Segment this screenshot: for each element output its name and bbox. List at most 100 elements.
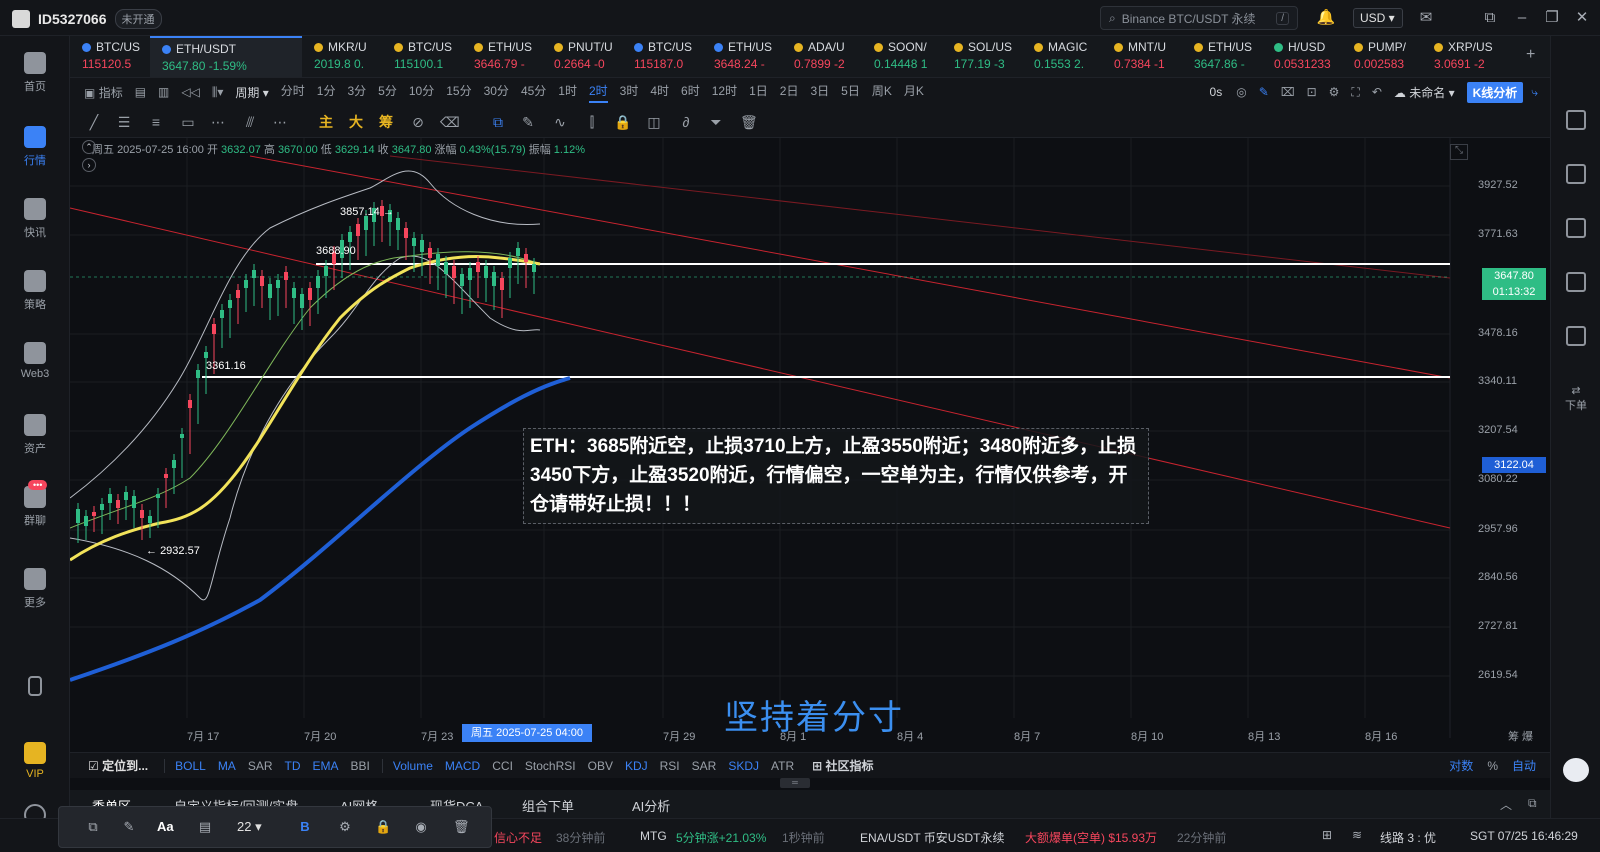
close-icon[interactable]: ✕ <box>1572 8 1592 28</box>
kline-analysis-button[interactable]: K线分析 <box>1466 81 1524 103</box>
ticker-tab[interactable]: SOL/US 177.19 -3 <box>942 36 1022 77</box>
ticker-tab[interactable]: SOON/0.14448 1 <box>862 36 942 77</box>
eraser-icon[interactable]: ⌫ <box>440 114 460 130</box>
wave-icon[interactable]: ∿ <box>552 114 568 130</box>
phone-icon[interactable] <box>0 676 70 700</box>
nav-assets[interactable]: 资产 <box>0 414 70 456</box>
document-icon[interactable] <box>1566 110 1586 130</box>
bell-icon[interactable]: 🔔 <box>1316 8 1336 28</box>
calendar-icon[interactable]: ▤ <box>135 85 146 99</box>
ticker-tab[interactable]: ETH/US 3646.79 - <box>462 36 542 77</box>
visibility-icon[interactable]: ◫ <box>646 114 662 130</box>
share-icon[interactable]: ⤷ <box>1531 85 1538 100</box>
bottom-tab[interactable]: 组合下单 <box>522 796 574 815</box>
timeframe-option[interactable]: 2时 <box>588 82 608 103</box>
ticker-tab[interactable]: BTC/US 115187.0 <box>622 36 702 77</box>
sub-indicator[interactable]: SAR <box>692 759 717 773</box>
popout-panel-icon[interactable]: ⧉ <box>1528 796 1537 811</box>
indicators-button[interactable]: ▣ 指标 <box>84 84 123 101</box>
parallel-lines-icon[interactable]: ≡ <box>148 114 164 130</box>
log-scale-toggle[interactable]: 对数 <box>1449 757 1473 774</box>
timeframe-option[interactable]: 3分 <box>347 82 366 103</box>
ticker-tab[interactable]: ADA/U 0.7899 -2 <box>782 36 862 77</box>
candle-type-icon[interactable]: ⫼▾ <box>212 85 224 100</box>
font-size-select[interactable]: 22 ▾ <box>237 819 277 835</box>
big-order-toggle[interactable]: 大 <box>348 114 364 130</box>
trash-icon[interactable]: 🗑 <box>740 114 758 130</box>
ticker-tab[interactable]: ETH/US 3648.24 - <box>702 36 782 77</box>
timeframe-option[interactable]: 10分 <box>409 82 434 103</box>
collapse-legend-icon[interactable]: ⌃ <box>82 140 96 154</box>
restore-icon[interactable]: ❐ <box>1542 8 1562 28</box>
chart-fullscreen-icon[interactable]: ⤡ <box>1450 144 1468 160</box>
brush-icon[interactable]: ✎ <box>520 114 536 130</box>
trash-icon[interactable]: 🗑 <box>453 819 470 835</box>
candles-icon[interactable]: ⫿ <box>584 114 600 130</box>
timeframe-option[interactable]: 5日 <box>841 82 860 103</box>
add-tab-icon[interactable]: + <box>1526 46 1535 64</box>
mail-icon[interactable]: ✉ <box>1416 8 1436 28</box>
timeframe-option[interactable]: 5分 <box>378 82 397 103</box>
auto-scale-toggle[interactable]: 自动 <box>1512 757 1536 774</box>
layout-select[interactable]: ☁ 未命名 ▾ <box>1394 84 1455 101</box>
sub-indicator[interactable]: SKDJ <box>728 759 759 773</box>
ticker-tab[interactable]: BTC/US 115120.5 <box>70 36 150 77</box>
ticker-tab[interactable]: ETH/USDT 3647.80 -1.59% <box>150 36 302 77</box>
lock-icon[interactable]: 🔒 <box>614 114 631 130</box>
font-icon[interactable]: Aa <box>157 819 174 835</box>
horizontal-lines-icon[interactable]: ☰ <box>116 114 132 130</box>
sub-indicator[interactable]: OBV <box>588 759 613 773</box>
sub-indicator[interactable]: KDJ <box>625 759 648 773</box>
pin-icon[interactable]: ⧉ <box>1480 8 1500 28</box>
timeframe-option[interactable]: 分时 <box>281 82 305 103</box>
order-button[interactable]: ⇄ 下单 <box>1561 384 1591 413</box>
magnet-icon[interactable]: ⊘ <box>410 114 426 130</box>
replay-icon[interactable]: ◁◁ <box>181 85 199 99</box>
main-indicator[interactable]: TD <box>285 759 301 773</box>
axis-corner-label[interactable]: 筹 爆 <box>1508 728 1533 744</box>
pattern-icon[interactable]: ⫻ <box>242 114 258 130</box>
refresh-interval[interactable]: 0s <box>1210 85 1223 99</box>
note-icon[interactable]: ⌧ <box>1281 85 1295 99</box>
fullscreen-icon[interactable]: ⛶ <box>1351 85 1359 100</box>
collapse-panel-icon[interactable]: ︿ <box>1500 796 1512 813</box>
status-pair[interactable]: ENA/USDT 币安USDT永续 <box>860 829 1004 846</box>
locate-button[interactable]: ☑ 定位到... <box>88 757 148 774</box>
gear-icon[interactable]: ⚙ <box>1329 85 1340 99</box>
timeframe-option[interactable]: 1日 <box>749 82 768 103</box>
link-icon[interactable]: ∂ <box>678 114 694 130</box>
nav-home[interactable]: 首页 <box>0 52 70 94</box>
undo-icon[interactable]: ↶ <box>1372 85 1382 99</box>
sub-indicator[interactable]: Volume <box>393 759 433 773</box>
nav-market[interactable]: 行情 <box>0 126 70 168</box>
timeframe-option[interactable]: 1分 <box>317 82 336 103</box>
ticker-tab[interactable]: BTC/US 115100.1 <box>382 36 462 77</box>
timeframe-option[interactable]: 1时 <box>558 82 577 103</box>
assistant-icon[interactable] <box>1563 758 1589 782</box>
trendline-icon[interactable]: ╱ <box>86 114 102 130</box>
chip-toggle[interactable]: 筹 <box>378 114 394 130</box>
camera-icon[interactable]: ◎ <box>1236 85 1246 99</box>
fib-icon[interactable]: ⋯ <box>210 114 226 130</box>
timeframe-option[interactable]: 3日 <box>810 82 829 103</box>
settings-icon[interactable]: ⚙ <box>337 819 353 835</box>
sub-indicator[interactable]: StochRSI <box>525 759 576 773</box>
trades-icon[interactable] <box>1566 272 1586 292</box>
pen-icon[interactable]: ✎ <box>1259 85 1269 99</box>
percent-toggle[interactable]: % <box>1487 759 1498 773</box>
main-indicator[interactable]: SAR <box>248 759 273 773</box>
search-input[interactable]: ⌕ Binance BTC/USDT 永续 / <box>1100 6 1298 30</box>
status-line[interactable]: 线路 3 : 优 <box>1380 829 1436 846</box>
status-coin[interactable]: MTG <box>640 829 667 843</box>
edit-icon[interactable]: ✎ <box>121 819 137 835</box>
more-tools-icon[interactable]: ⋯ <box>272 114 288 130</box>
ticker-tab[interactable]: MNT/U 0.7384 -1 <box>1102 36 1182 77</box>
ticker-tab[interactable]: PNUT/U 0.2664 -0 <box>542 36 622 77</box>
filter-icon[interactable]: ⏷ <box>708 114 724 130</box>
nav-news[interactable]: 快讯 <box>0 198 70 240</box>
ticker-tab[interactable]: PUMP/0.002583 <box>1342 36 1422 77</box>
main-indicator[interactable]: EMA <box>313 759 339 773</box>
ticker-tab[interactable]: ETH/US 3647.86 - <box>1182 36 1262 77</box>
trade-note-box[interactable]: ETH：3685附近空，止损3710上方，止盈3550附近；3480附近多，止损… <box>523 428 1149 524</box>
community-indicators[interactable]: ⊞ 社区指标 <box>812 757 873 774</box>
